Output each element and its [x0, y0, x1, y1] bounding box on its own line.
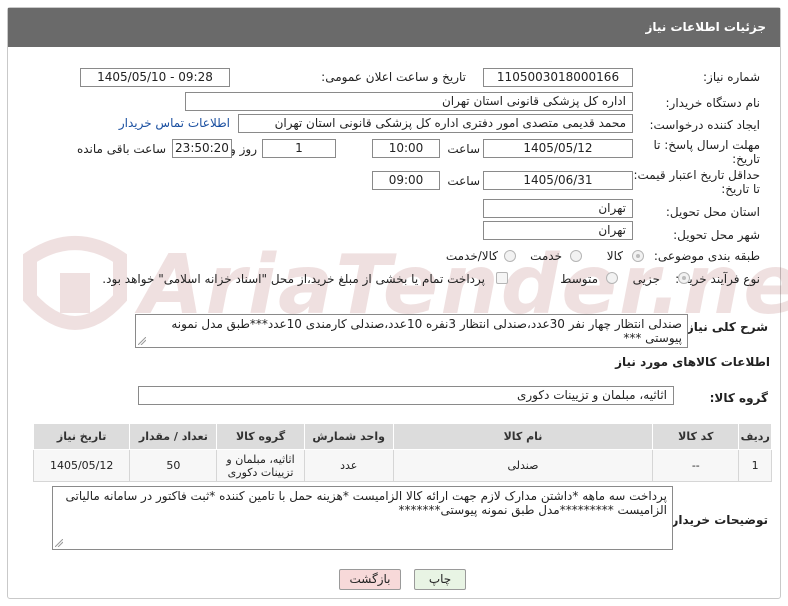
cell-group: اثاثیه، مبلمان و تزیینات دکوری — [216, 449, 305, 482]
buyer-notes-textarea[interactable]: پرداخت سه ماهه *داشتن مدارک لازم جهت ارا… — [52, 486, 673, 550]
remaining-time-field: 23:50:20 — [172, 139, 232, 158]
category-service-radio[interactable] — [570, 250, 582, 262]
col-name: نام کالا — [392, 423, 654, 450]
cell-unit: عدد — [303, 449, 394, 482]
print-button[interactable]: چاپ — [414, 569, 466, 590]
category-goods-service-label: کالا/خدمت — [445, 249, 498, 263]
back-button[interactable]: بازگشت — [339, 569, 401, 590]
cell-code: -- — [652, 449, 740, 482]
buyer-contact-link[interactable]: اطلاعات تماس خریدار — [119, 116, 230, 130]
price-validity-time-field: 09:00 — [372, 171, 440, 190]
delivery-city-label: شهر محل تحویل: — [673, 228, 760, 242]
process-minor-radio[interactable] — [678, 272, 690, 284]
buyer-org-label: نام دستگاه خریدار: — [665, 96, 761, 110]
category-goods-service-radio[interactable] — [504, 250, 516, 262]
col-qty: تعداد / مقدار — [129, 423, 218, 450]
days-label: روز و — [230, 142, 257, 156]
goods-group-field: اثاثیه، مبلمان و تزیینات دکوری — [138, 386, 674, 405]
buyer-notes-label: توضیحات خریدار: — [666, 513, 768, 527]
category-goods-radio[interactable] — [632, 250, 644, 262]
col-date: تاریخ نیاز — [32, 423, 131, 450]
items-table: ردیف کد کالا نام کالا واحد شمارش گروه کا… — [32, 423, 772, 482]
description-label: شرح کلی نیاز: — [682, 320, 768, 334]
resize-grip-icon[interactable] — [55, 539, 63, 547]
announce-date-label: تاریخ و ساعت اعلان عمومی: — [321, 70, 466, 84]
price-validity-time-label: ساعت — [447, 174, 480, 188]
table-header-row: ردیف کد کالا نام کالا واحد شمارش گروه کا… — [32, 423, 772, 450]
col-group: گروه کالا — [216, 423, 305, 450]
treasury-payment-checkbox[interactable] — [496, 272, 508, 284]
need-number-label: شماره نیاز: — [703, 70, 760, 84]
col-code: کد کالا — [652, 423, 740, 450]
price-validity-date-field: 1405/06/31 — [483, 171, 633, 190]
deadline-label: مهلت ارسال پاسخ: تا — [653, 138, 760, 152]
category-service-label: خدمت — [530, 249, 562, 263]
col-row: ردیف — [738, 423, 772, 450]
goods-group-label: گروه کالا: — [709, 391, 768, 405]
description-textarea[interactable]: صندلی انتظار چهار نفر 30عدد،صندلی انتظار… — [135, 314, 688, 348]
remaining-time-label: ساعت باقی مانده — [76, 142, 166, 156]
table-row: 1 -- صندلی عدد اثاثیه، مبلمان و تزیینات … — [32, 449, 772, 482]
need-number-field: 1105003018000166 — [483, 68, 633, 87]
cell-date: 1405/05/12 — [32, 449, 131, 482]
price-validity-label-date: تا تاریخ: — [721, 182, 760, 196]
deadline-time-field: 10:00 — [372, 139, 440, 158]
resize-grip-icon[interactable] — [138, 337, 146, 345]
subject-category-label: طبقه بندی موضوعی: — [653, 249, 760, 263]
cell-name: صندلی — [392, 449, 654, 482]
description-text: صندلی انتظار چهار نفر 30عدد،صندلی انتظار… — [171, 317, 682, 345]
announce-date-field: 1405/05/10 - 09:28 — [80, 68, 230, 87]
items-section-title: اطلاعات کالاهای مورد نیاز — [615, 355, 770, 369]
days-remaining-field: 1 — [262, 139, 336, 158]
buyer-notes-text: پرداخت سه ماهه *داشتن مدارک لازم جهت ارا… — [65, 489, 668, 517]
process-medium-label: متوسط — [560, 272, 598, 286]
deadline-label-date: تاریخ: — [732, 152, 760, 166]
delivery-province-field: تهران — [483, 199, 633, 218]
panel-title: جزئیات اطلاعات نیاز — [8, 8, 780, 47]
deadline-time-label: ساعت — [447, 142, 480, 156]
buyer-org-field: اداره کل پزشکی قانونی استان تهران — [185, 92, 633, 111]
treasury-payment-note: پرداخت تمام یا بخشی از مبلغ خرید،از محل … — [102, 272, 485, 286]
cell-qty: 50 — [129, 449, 218, 482]
process-minor-label: جزیی — [632, 272, 660, 286]
cell-row: 1 — [738, 449, 772, 482]
delivery-province-label: استان محل تحویل: — [665, 205, 760, 219]
col-unit: واحد شمارش — [303, 423, 394, 450]
category-goods-label: کالا — [606, 249, 623, 263]
price-validity-label: حداقل تاریخ اعتبار قیمت: — [633, 168, 760, 182]
deadline-date-field: 1405/05/12 — [483, 139, 633, 158]
process-medium-radio[interactable] — [606, 272, 618, 284]
delivery-city-field: تهران — [483, 221, 633, 240]
creator-field: محمد قدیمی متصدی امور دفتری اداره کل پزش… — [238, 114, 633, 133]
creator-label: ایجاد کننده درخواست: — [649, 118, 760, 132]
